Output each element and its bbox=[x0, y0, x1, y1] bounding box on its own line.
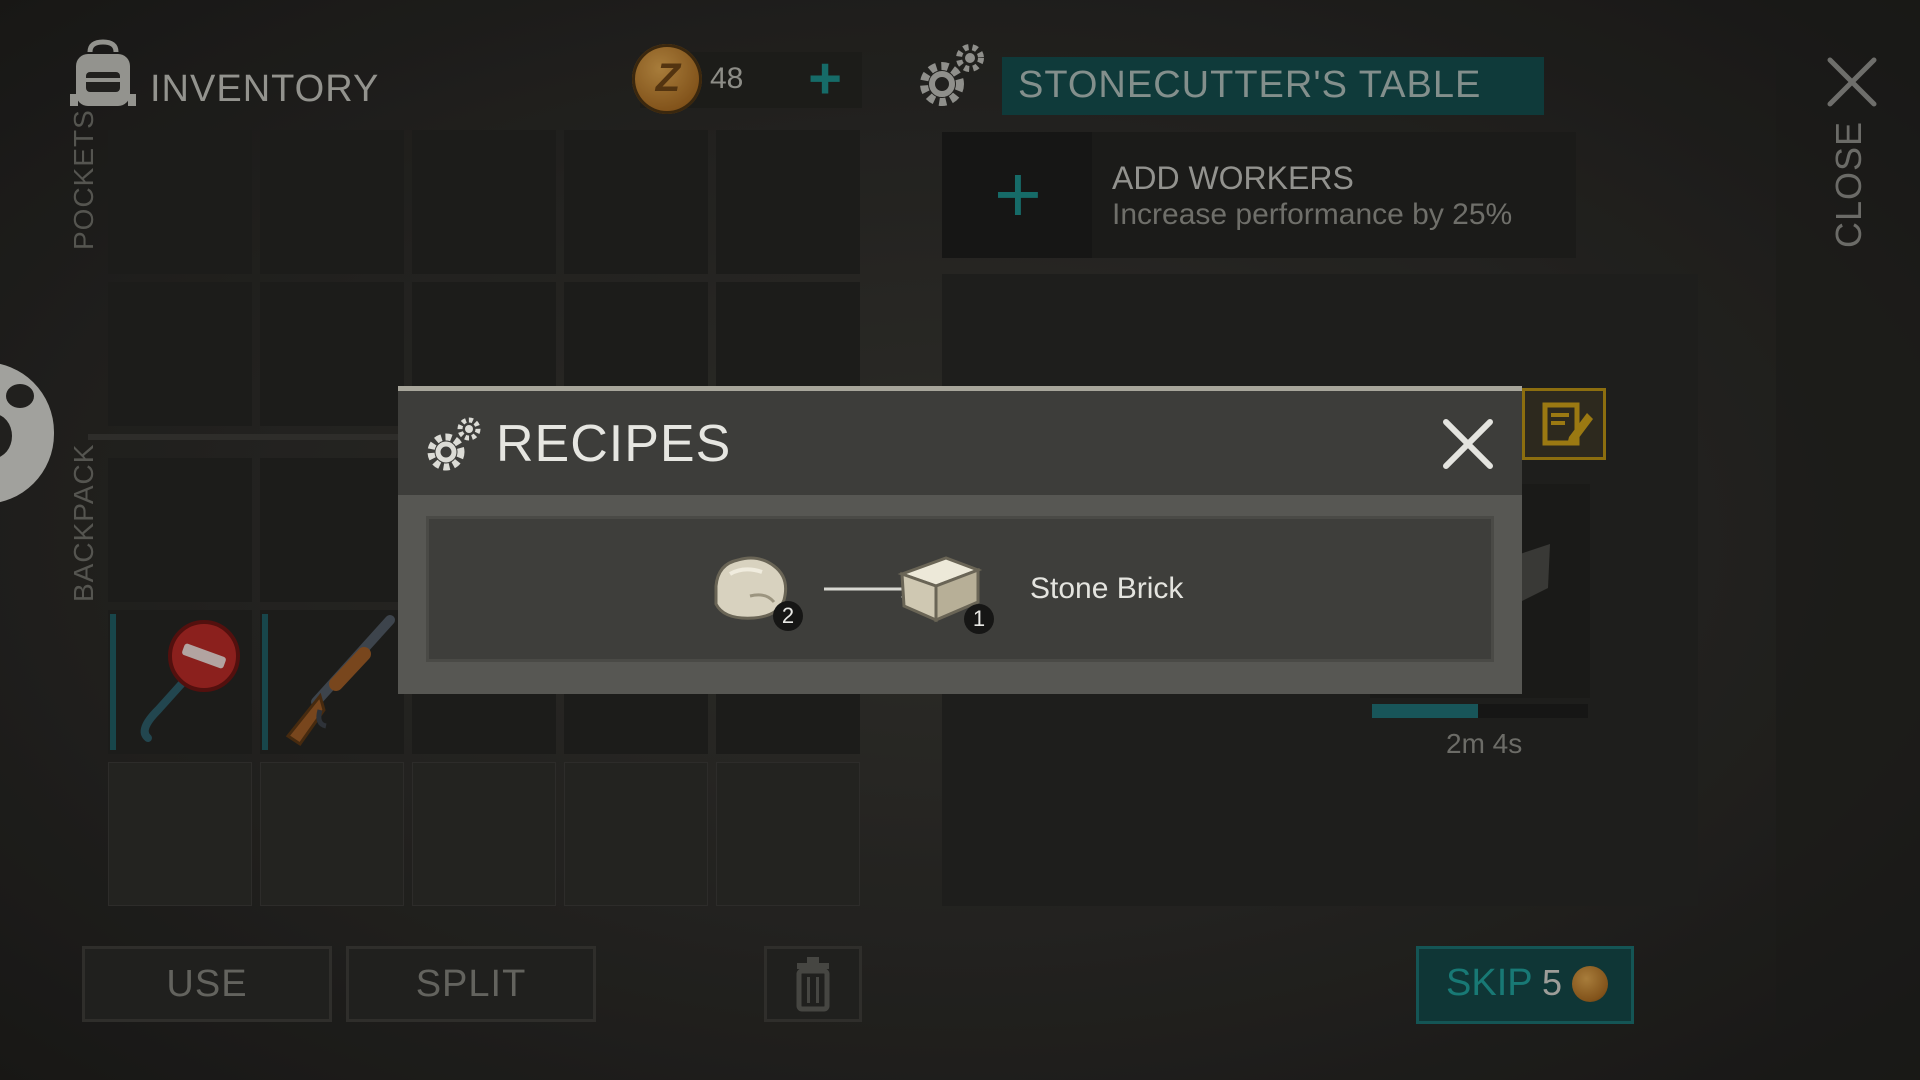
output-count-badge: 1 bbox=[964, 604, 994, 634]
recipe-name: Stone Brick bbox=[1030, 572, 1184, 605]
gears-icon bbox=[427, 417, 481, 471]
close-icon[interactable] bbox=[1442, 418, 1494, 470]
input-count-badge: 2 bbox=[773, 601, 803, 631]
recipes-title: RECIPES bbox=[496, 415, 732, 473]
